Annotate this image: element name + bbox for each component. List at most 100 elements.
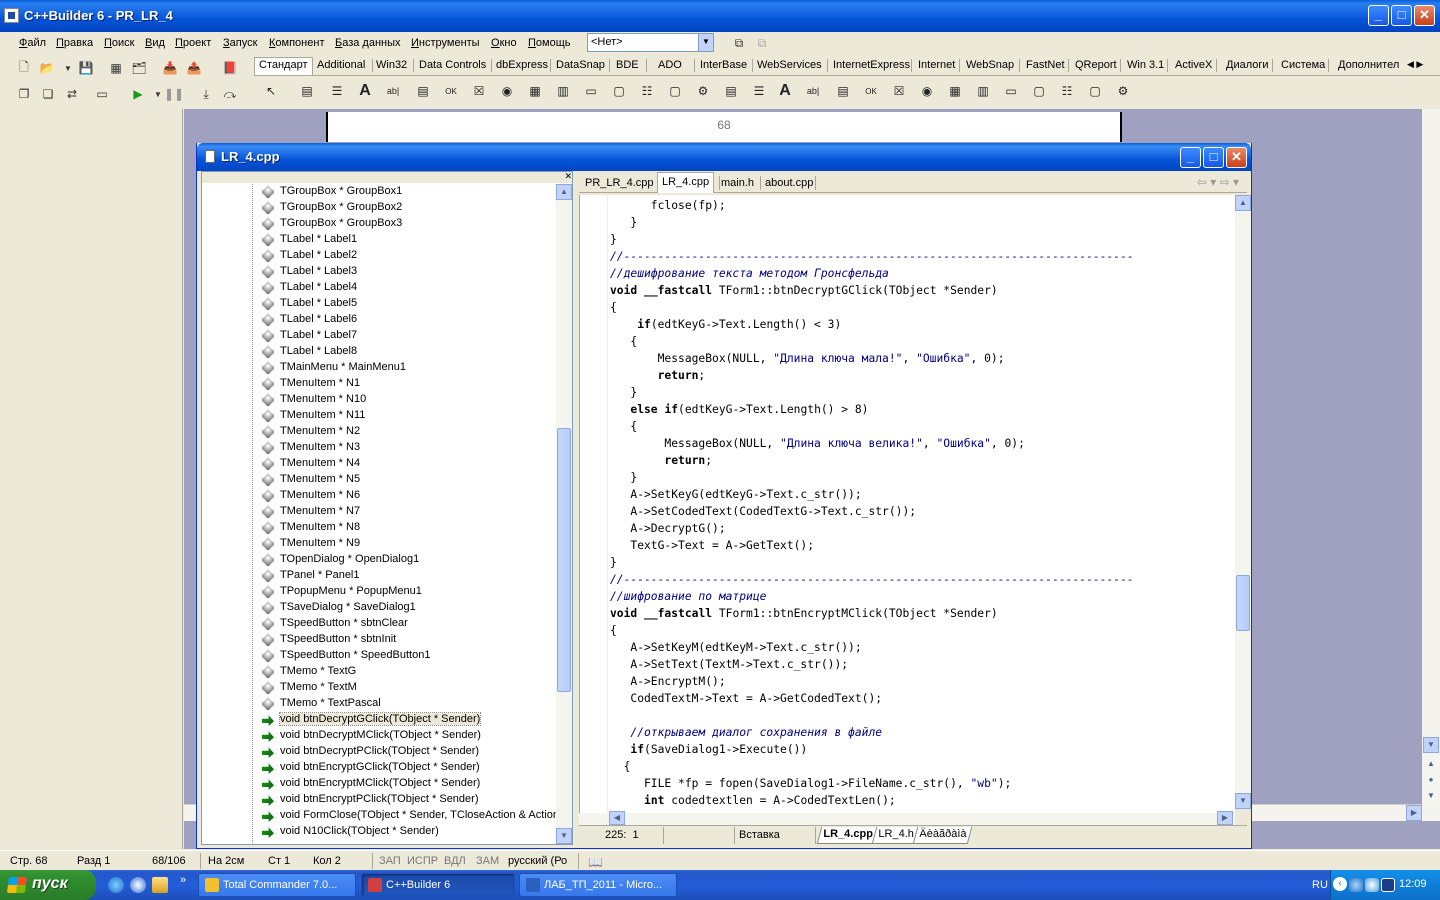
code-line[interactable]: return;: [610, 367, 706, 384]
menu-project[interactable]: Проект: [175, 37, 211, 49]
next-page-icon[interactable]: ▼: [1423, 789, 1439, 805]
memo-icon[interactable]: ▤: [832, 80, 854, 102]
menu-file[interactable]: Файл: [19, 37, 46, 49]
mainmenu-icon[interactable]: ☰: [326, 80, 348, 102]
code-line[interactable]: }: [610, 214, 637, 231]
new-form-icon[interactable]: ▭: [92, 84, 112, 104]
palette-tab-dialogs[interactable]: Диалоги: [1223, 59, 1272, 71]
close-button[interactable]: ✕: [1414, 5, 1435, 26]
code-line[interactable]: {: [610, 333, 637, 350]
code-comment-line[interactable]: //--------------------------------------…: [610, 571, 1134, 588]
step-over-icon[interactable]: ⤼: [220, 84, 240, 104]
listbox-icon[interactable]: ▦: [524, 80, 546, 102]
tree-item-method[interactable]: void N10Click(TObject * Sender): [262, 824, 557, 840]
scrollbar-icon[interactable]: ▭: [580, 80, 602, 102]
code-hscroll[interactable]: ◀ ▶: [579, 811, 1235, 825]
tree-item-field[interactable]: TOpenDialog * OpenDialog1: [261, 552, 557, 568]
groupbox-icon[interactable]: ▢: [608, 80, 630, 102]
media-player-icon[interactable]: [130, 877, 146, 893]
code-line[interactable]: else if(edtKeyG->Text.Length() > 8): [610, 401, 868, 418]
scroll-up-icon[interactable]: ▲: [556, 184, 572, 200]
actionlist-icon[interactable]: ⚙: [1112, 80, 1134, 102]
scroll-down-icon[interactable]: ▼: [1423, 737, 1439, 753]
tree-item-field[interactable]: TMenuItem * N5: [261, 472, 557, 488]
radiobutton-icon[interactable]: ◉: [916, 80, 938, 102]
code-line[interactable]: CodedTextM->Text = A->GetCodedText();: [610, 690, 882, 707]
language-indicator[interactable]: RU: [1312, 879, 1328, 891]
combobox-icon[interactable]: ▥: [552, 80, 574, 102]
code-line[interactable]: TextG->Text = A->GetText();: [610, 537, 814, 554]
tab-lr-4-cpp[interactable]: LR_4.cpp: [657, 172, 715, 193]
edit-icon[interactable]: ab|: [382, 80, 404, 102]
tree-item-field[interactable]: TGroupBox * GroupBox2: [261, 200, 557, 216]
scroll-left-icon[interactable]: ◀: [609, 811, 625, 825]
code-comment-line[interactable]: //открываем диалог сохранения в файле: [610, 724, 882, 741]
scroll-thumb[interactable]: [1236, 575, 1250, 631]
code-line[interactable]: A->SetKeyG(edtKeyG->Text.c_str());: [610, 486, 861, 503]
combobox-icon[interactable]: ▥: [972, 80, 994, 102]
toolbar-window2-icon[interactable]: ⧉: [752, 33, 772, 53]
tree-item-field[interactable]: TMenuItem * N3: [261, 440, 557, 456]
button-icon[interactable]: OK: [440, 80, 462, 102]
class-explorer-vscroll[interactable]: ▲ ▼: [556, 184, 572, 844]
tree-item-field[interactable]: TSpeedButton * SpeedButton1: [261, 648, 557, 664]
code-line[interactable]: {: [610, 622, 617, 639]
menu-component[interactable]: Компонент: [269, 37, 324, 49]
tree-item-field[interactable]: TGroupBox * GroupBox3: [261, 216, 557, 232]
code-line[interactable]: int codedtextlen = A->CodedTextLen();: [610, 792, 896, 809]
radiogroup-icon[interactable]: ☷: [636, 80, 658, 102]
code-line[interactable]: void __fastcall TForm1::btnDecryptGClick…: [610, 282, 998, 299]
pause-icon[interactable]: ❚❚: [164, 84, 184, 104]
tree-item-field[interactable]: TMemo * TextM: [261, 680, 557, 696]
palette-tab-win32[interactable]: Win32: [373, 59, 410, 71]
palette-tab-ado[interactable]: ADO: [655, 59, 685, 71]
code-line[interactable]: if(edtKeyG->Text.Length() < 3): [610, 316, 841, 333]
listbox-icon[interactable]: ▦: [944, 80, 966, 102]
minimize-button[interactable]: _: [1368, 5, 1389, 26]
task-cpp-builder[interactable]: C++Builder 6: [361, 873, 515, 897]
code-line[interactable]: }: [610, 384, 637, 401]
radiogroup-icon[interactable]: ☷: [1056, 80, 1078, 102]
menu-edit[interactable]: Правка: [56, 37, 93, 49]
tree-item-field[interactable]: TMemo * TextPascal: [261, 696, 557, 712]
tree-item-field[interactable]: TMemo * TextG: [261, 664, 557, 680]
code-comment-line[interactable]: //дешифрование текста методом Гронсфельд…: [610, 265, 889, 282]
code-line[interactable]: {: [610, 299, 617, 316]
code-editor[interactable]: fclose(fp); }}//------------------------…: [579, 195, 1235, 813]
status-rec[interactable]: ЗАП: [379, 855, 401, 867]
tree-item-field[interactable]: TMenuItem * N9: [261, 536, 557, 552]
panel-icon[interactable]: ▢: [1084, 80, 1106, 102]
tree-item-field[interactable]: TSpeedButton * sbtnInit: [261, 632, 557, 648]
code-line[interactable]: {: [610, 758, 631, 775]
memo-icon[interactable]: ▤: [412, 80, 434, 102]
toolbar-window-icon[interactable]: ⧉: [729, 33, 749, 53]
tree-item-field[interactable]: TMenuItem * N11: [261, 408, 557, 424]
pointer-arrow-icon[interactable]: ↖: [260, 80, 282, 102]
palette-tab-win31[interactable]: Win 3.1: [1124, 59, 1167, 71]
toggle-form-unit-icon[interactable]: ⇄: [62, 84, 82, 104]
menu-window[interactable]: Окно: [491, 37, 517, 49]
bottom-tab-diagram[interactable]: Äèàãðàìà: [912, 827, 973, 844]
code-line[interactable]: }: [610, 231, 617, 248]
menu-database[interactable]: База данных: [335, 37, 401, 49]
tree-item-method[interactable]: void btnEncryptPClick(TObject * Sender): [262, 792, 557, 808]
chevron-down-icon[interactable]: ▼: [698, 34, 713, 51]
code-comment-line[interactable]: //шифрование по матрице: [610, 588, 766, 605]
code-line[interactable]: A->DecryptG();: [610, 520, 725, 537]
frames-icon[interactable]: ▤: [296, 80, 318, 102]
checkbox-icon[interactable]: ☒: [888, 80, 910, 102]
code-line[interactable]: return;: [610, 452, 712, 469]
tree-item-field[interactable]: TSaveDialog * SaveDialog1: [261, 600, 557, 616]
palette-tab-interbase[interactable]: InterBase: [697, 59, 750, 71]
code-line[interactable]: A->SetText(TextM->Text.c_str());: [610, 656, 848, 673]
spelling-check-icon[interactable]: 📖: [588, 855, 603, 869]
status-ovr[interactable]: ЗАМ: [476, 855, 499, 867]
tree-item-field[interactable]: TLabel * Label8: [261, 344, 557, 360]
tree-item-method[interactable]: void btnEncryptGClick(TObject * Sender): [262, 760, 557, 776]
editor-maximize-button[interactable]: □: [1203, 147, 1224, 168]
mainmenu-icon[interactable]: ☰: [748, 80, 770, 102]
code-line[interactable]: MessageBox(NULL, "Длина ключа мала!", "О…: [610, 350, 1005, 367]
menu-view[interactable]: Вид: [145, 37, 165, 49]
radiobutton-icon[interactable]: ◉: [496, 80, 518, 102]
designer-vscroll[interactable]: ▼ ▲ ● ▼: [1422, 109, 1440, 821]
